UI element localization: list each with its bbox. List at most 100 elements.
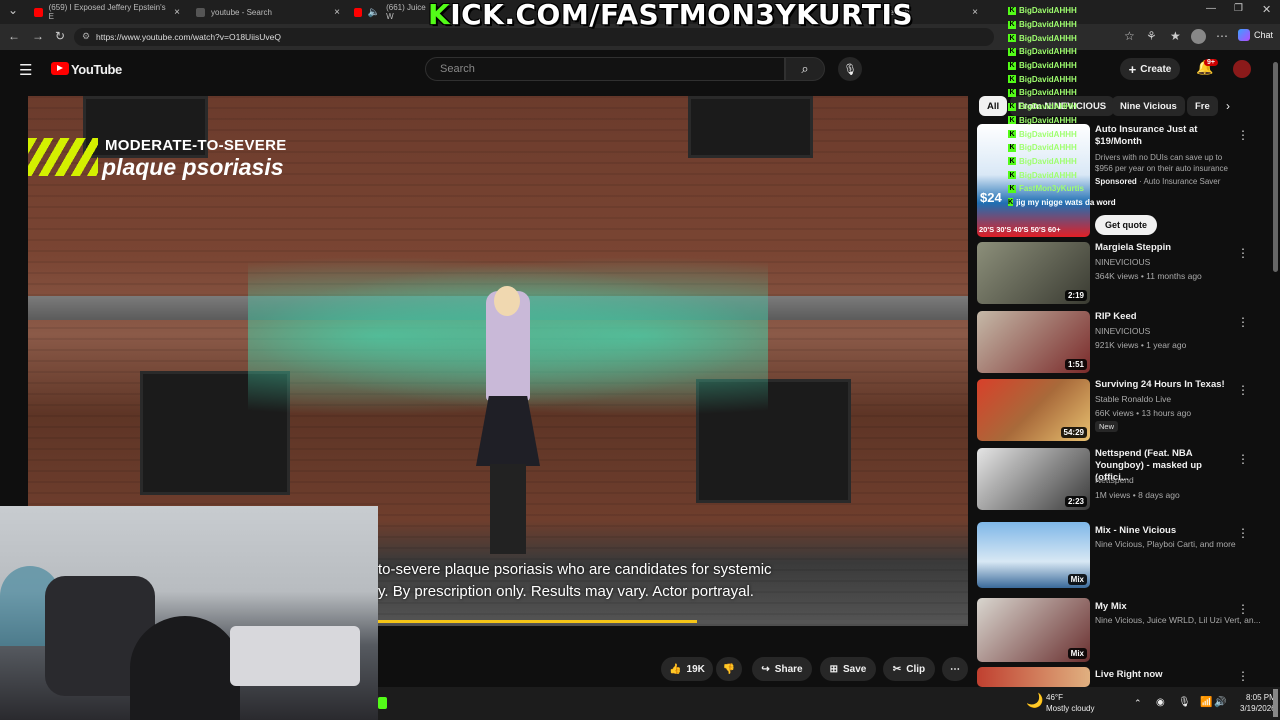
get-quote-button[interactable]: Get quote — [1095, 215, 1157, 235]
kick-badge-icon: K — [1008, 20, 1016, 29]
like-button[interactable]: 👍 19K — [661, 657, 713, 681]
live-title[interactable]: Live Right now — [1095, 669, 1245, 681]
tab-title: (661) Juice W — [386, 3, 426, 21]
kebab-menu-icon[interactable]: ⋮ — [1237, 315, 1249, 329]
rec-video[interactable]: 2:23 Nettspend (Feat. NBA Youngboy) - ma… — [977, 448, 1267, 512]
chat-text: BigDavidAHHH — [1019, 88, 1077, 98]
channel-name[interactable]: NINEVICIOUS — [1095, 326, 1150, 336]
speaker-icon[interactable]: 🔈 — [368, 7, 380, 18]
kick-badge-icon: K — [1008, 171, 1016, 180]
tray-chevron-icon[interactable]: ⌃ — [1134, 698, 1142, 709]
save-button[interactable]: ⊞ Save — [820, 657, 876, 681]
ad-stripes-graphic — [28, 138, 98, 176]
site-info-icon[interactable]: ⚙ — [82, 31, 90, 42]
chat-text: BigDavidAHHH — [1019, 20, 1077, 30]
profile-avatar[interactable] — [1191, 29, 1206, 44]
browser-tab-2[interactable]: youtube - Search × — [188, 2, 348, 22]
video-title[interactable]: RIP Keed — [1095, 311, 1245, 323]
video-meta: 364K views • 11 months ago — [1095, 271, 1202, 281]
chip-all[interactable]: All — [979, 96, 1008, 116]
rec-video[interactable]: 54:29 Surviving 24 Hours In Texas! Stabl… — [977, 379, 1267, 443]
maximize-icon[interactable]: ❐ — [1234, 3, 1243, 14]
back-icon[interactable]: ← — [8, 29, 20, 43]
search-button[interactable]: ⌕ — [785, 57, 825, 81]
rec-live[interactable]: Live Right now ⋮ — [977, 667, 1267, 687]
dislike-button[interactable]: 👎 — [716, 657, 742, 681]
channel-name[interactable]: Nettspend — [1095, 475, 1134, 485]
edge-tray-icon[interactable]: ◉ — [1156, 697, 1165, 708]
video-thumbnail[interactable]: 2:19 — [977, 242, 1090, 304]
favorites-icon[interactable]: ★ — [1170, 29, 1181, 43]
kebab-menu-icon[interactable]: ⋮ — [1237, 602, 1249, 616]
minimize-icon[interactable]: — — [1206, 3, 1216, 14]
kick-badge-icon: K — [1008, 130, 1016, 139]
copilot-chat-button[interactable]: Chat — [1238, 29, 1273, 41]
more-actions-button[interactable]: ⋯ — [942, 657, 968, 681]
kebab-menu-icon[interactable]: ⋮ — [1237, 452, 1249, 466]
mix-thumbnail[interactable]: Mix — [977, 598, 1090, 662]
mix-title[interactable]: My Mix — [1095, 601, 1245, 613]
channel-name[interactable]: NINEVICIOUS — [1095, 257, 1150, 267]
chips-next-chevron-icon[interactable]: › — [1226, 99, 1230, 113]
video-thumbnail[interactable]: 1:51 — [977, 311, 1090, 373]
youtube-logo-icon[interactable] — [51, 62, 69, 75]
kebab-menu-icon[interactable]: ⋮ — [1237, 128, 1249, 142]
more-menu-icon[interactable]: ⋯ — [1216, 29, 1228, 43]
clock-date[interactable]: 3/19/2026 — [1240, 704, 1276, 713]
video-thumbnail[interactable]: 54:29 — [977, 379, 1090, 441]
kebab-menu-icon[interactable]: ⋮ — [1237, 669, 1249, 683]
chat-message: K BigDavidAHHH — [1008, 18, 1098, 32]
browser-tab-3[interactable]: 🔈 (661) Juice W — [346, 2, 436, 22]
webcam-person — [130, 616, 240, 720]
reload-icon[interactable]: ↻ — [55, 29, 65, 43]
youtube-logo-text[interactable]: YouTube — [71, 62, 122, 77]
chat-text: BigDavidAHHH — [1019, 170, 1077, 180]
ad-title[interactable]: Auto Insurance Just at $19/Month — [1095, 124, 1245, 148]
show-desktop-button[interactable] — [1273, 689, 1278, 717]
chip-nine-vicious[interactable]: Nine Vicious — [1112, 96, 1185, 116]
mix-title[interactable]: Mix - Nine Vicious — [1095, 525, 1245, 537]
video-title[interactable]: Margiela Steppin — [1095, 242, 1245, 254]
tab-list-chevron-icon[interactable]: ⌄ — [8, 3, 18, 17]
kebab-menu-icon[interactable]: ⋮ — [1237, 246, 1249, 260]
clock-time[interactable]: 8:05 PM — [1246, 693, 1276, 702]
kebab-menu-icon[interactable]: ⋮ — [1237, 383, 1249, 397]
kick-app-icon[interactable] — [378, 697, 387, 709]
share-button[interactable]: ↪ Share — [752, 657, 812, 681]
forward-icon[interactable]: → — [32, 29, 44, 43]
close-tab-icon[interactable]: × — [972, 7, 978, 18]
voice-search-button[interactable]: 🎙 — [838, 57, 862, 81]
page-scrollbar[interactable] — [1273, 62, 1278, 272]
rec-video[interactable]: 2:19 Margiela Steppin NINEVICIOUS 364K v… — [977, 242, 1267, 306]
rec-mix[interactable]: Mix My Mix Nine Vicious, Juice WRLD, Lil… — [977, 598, 1267, 662]
wifi-icon[interactable]: 📶 — [1200, 697, 1212, 708]
rec-mix[interactable]: Mix Mix - Nine Vicious Nine Vicious, Pla… — [977, 522, 1267, 588]
live-thumbnail[interactable] — [977, 667, 1090, 687]
clip-button[interactable]: ✂ Clip — [883, 657, 935, 681]
chat-message: K BigDavidAHHH — [1008, 4, 1098, 18]
save-label: Save — [843, 663, 867, 675]
weather-icon[interactable]: 🌙 — [1026, 692, 1043, 709]
close-window-icon[interactable]: ✕ — [1262, 3, 1271, 16]
close-tab-icon[interactable]: × — [334, 7, 340, 18]
account-avatar[interactable] — [1233, 60, 1251, 78]
kebab-menu-icon[interactable]: ⋮ — [1237, 526, 1249, 540]
rec-video[interactable]: 1:51 RIP Keed NINEVICIOUS 921K views • 1… — [977, 311, 1267, 375]
mix-thumbnail[interactable]: Mix — [977, 522, 1090, 588]
chip-more[interactable]: Fre — [1187, 96, 1218, 116]
mic-tray-icon[interactable]: 🎙 — [1178, 697, 1191, 708]
extensions-icon[interactable]: ⚘ — [1146, 29, 1157, 43]
browser-tab-1[interactable]: (659) I Exposed Jeffery Epstein's E × — [26, 2, 188, 22]
webcam-overlay — [0, 506, 378, 720]
close-tab-icon[interactable]: × — [174, 7, 180, 18]
bookmark-star-icon[interactable]: ☆ — [1124, 29, 1135, 43]
video-progress-bar[interactable] — [378, 620, 968, 623]
hamburger-menu-icon[interactable]: ☰ — [19, 61, 32, 79]
thumbs-up-icon: 👍 — [669, 663, 682, 675]
channel-name[interactable]: Stable Ronaldo Live — [1095, 394, 1171, 404]
create-button[interactable]: + Create — [1120, 58, 1180, 80]
volume-icon[interactable]: 🔊 — [1214, 697, 1226, 708]
search-input[interactable]: Search — [425, 57, 785, 81]
video-title[interactable]: Surviving 24 Hours In Texas! — [1095, 379, 1245, 391]
video-thumbnail[interactable]: 2:23 — [977, 448, 1090, 510]
